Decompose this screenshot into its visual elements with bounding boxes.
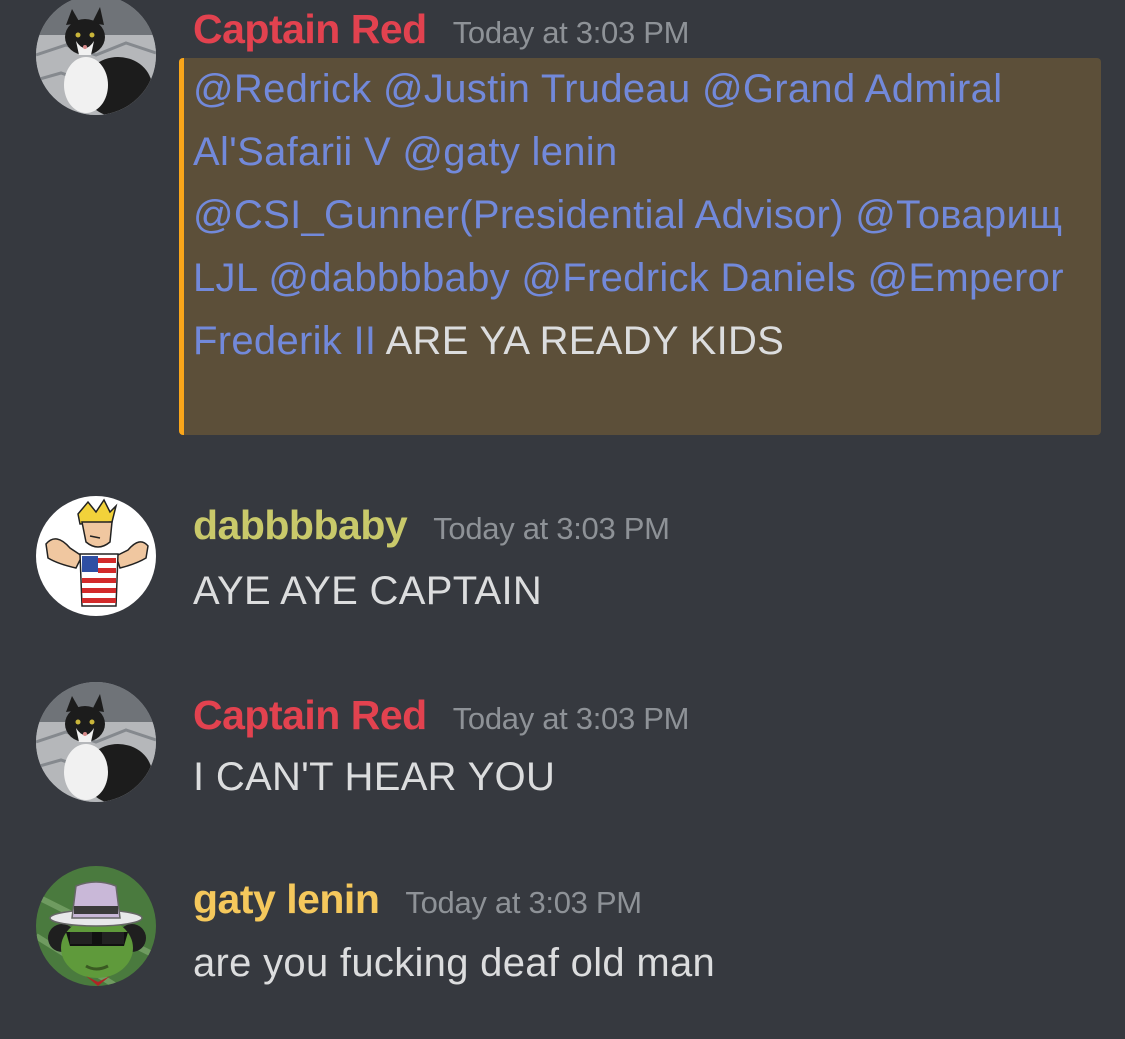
message-text: ARE YA READY KIDS bbox=[385, 319, 785, 363]
message-text: AYE AYE CAPTAIN bbox=[193, 569, 543, 613]
message-header: dabbbbaby Today at 3:03 PM bbox=[193, 502, 670, 549]
message-header: Captain Red Today at 3:03 PM bbox=[193, 6, 689, 53]
message-item: gaty lenin Today at 3:03 PM are you fucki… bbox=[0, 866, 1125, 1006]
mention-highlight: @Redrick @Justin Trudeau @Grand Admiral … bbox=[179, 58, 1101, 435]
message-item: Captain Red Today at 3:03 PM @Redrick @Ju… bbox=[0, 0, 1125, 450]
message-text: are you fucking deaf old man bbox=[193, 941, 716, 985]
mention-link[interactable]: @Fredrick Daniels bbox=[521, 256, 856, 300]
pepe-hat-avatar-icon[interactable] bbox=[36, 866, 156, 986]
timestamp: Today at 3:03 PM bbox=[405, 885, 642, 920]
mention-link[interactable]: @gaty lenin bbox=[402, 130, 617, 174]
message-item: Captain Red Today at 3:03 PM I CAN'T HEAR… bbox=[0, 678, 1125, 818]
username[interactable]: Captain Red bbox=[193, 6, 427, 52]
mention-link[interactable]: @CSI_Gunner(Presidential Advisor) bbox=[193, 193, 844, 237]
flexing-man-avatar-icon[interactable] bbox=[36, 496, 156, 616]
mention-link[interactable]: @dabbbbaby bbox=[268, 256, 510, 300]
message-header: Captain Red Today at 3:03 PM bbox=[193, 692, 689, 739]
chat-messages: Captain Red Today at 3:03 PM @Redrick @Ju… bbox=[0, 0, 1125, 1039]
message-header: gaty lenin Today at 3:03 PM bbox=[193, 876, 642, 923]
timestamp: Today at 3:03 PM bbox=[452, 15, 690, 50]
cat-avatar-icon[interactable] bbox=[36, 682, 156, 802]
username[interactable]: gaty lenin bbox=[193, 876, 380, 922]
cat-avatar-icon[interactable] bbox=[36, 0, 156, 115]
mention-link[interactable]: @Redrick bbox=[193, 67, 372, 111]
username[interactable]: Captain Red bbox=[193, 692, 427, 738]
message-item: dabbbbaby Today at 3:03 PM AYE AYE CAPTAI… bbox=[0, 490, 1125, 630]
timestamp: Today at 3:03 PM bbox=[452, 701, 690, 736]
message-content: @Redrick @Justin Trudeau @Grand Admiral … bbox=[193, 58, 1093, 373]
mention-link[interactable]: @Justin Trudeau bbox=[383, 67, 691, 111]
timestamp: Today at 3:03 PM bbox=[433, 511, 670, 546]
message-text: I CAN'T HEAR YOU bbox=[193, 755, 556, 799]
username[interactable]: dabbbbaby bbox=[193, 502, 408, 548]
